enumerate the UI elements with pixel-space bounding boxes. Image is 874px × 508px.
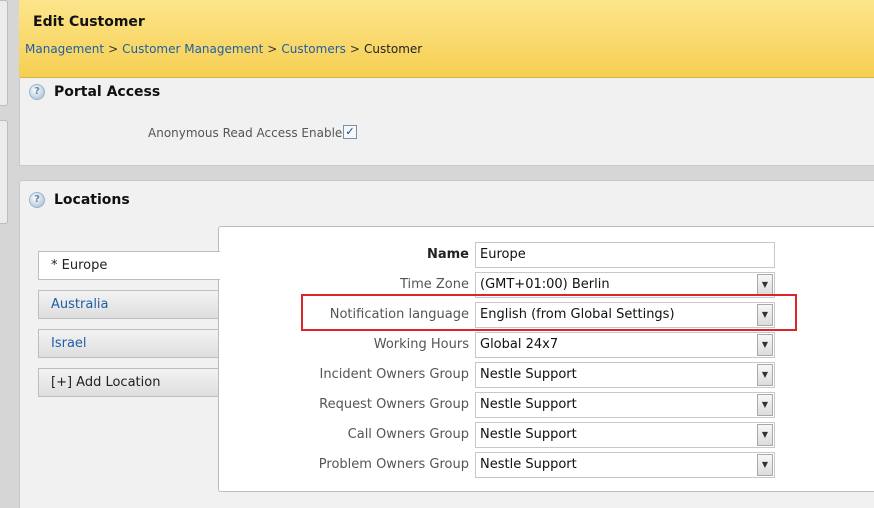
chevron-down-icon[interactable]: ▼	[757, 364, 773, 386]
problem-owners-group-value: Nestle Support	[480, 457, 577, 472]
name-input[interactable]: Europe	[475, 242, 775, 268]
add-location-button[interactable]: [+] Add Location	[38, 368, 220, 397]
portal-access-panel: ? Portal Access Anonymous Read Access En…	[19, 78, 874, 166]
breadcrumb-separator: >	[108, 42, 119, 56]
incident-owners-group-value: Nestle Support	[480, 367, 577, 382]
working-hours-label: Working Hours	[373, 337, 469, 352]
locations-title: Locations	[54, 192, 130, 208]
request-owners-group-value: Nestle Support	[480, 397, 577, 412]
breadcrumb-customer-management[interactable]: Customer Management	[122, 42, 263, 56]
anonymous-read-access-label: Anonymous Read Access Enabled?	[148, 126, 357, 140]
chevron-down-icon[interactable]: ▼	[757, 274, 773, 296]
time-zone-value: (GMT+01:00) Berlin	[480, 277, 610, 292]
request-owners-group-label: Request Owners Group	[319, 397, 469, 412]
breadcrumb-customers[interactable]: Customers	[281, 42, 346, 56]
form-row-name: Name Europe	[219, 242, 779, 268]
form-row-problem-owners-group: Problem Owners Group Nestle Support ▼	[219, 452, 779, 478]
help-icon[interactable]: ?	[29, 192, 45, 208]
form-row-incident-owners-group: Incident Owners Group Nestle Support ▼	[219, 362, 779, 388]
incident-owners-group-select[interactable]: Nestle Support ▼	[475, 362, 775, 388]
working-hours-value: Global 24x7	[480, 337, 559, 352]
page-title: Edit Customer	[33, 14, 145, 30]
breadcrumb-management[interactable]: Management	[25, 42, 104, 56]
highlight-box	[301, 294, 797, 331]
call-owners-group-label: Call Owners Group	[347, 427, 469, 442]
help-icon[interactable]: ?	[29, 84, 45, 100]
locations-panel: ? Locations * Europe Australia Israel [+…	[19, 180, 874, 508]
breadcrumb-separator: >	[267, 42, 278, 56]
form-row-call-owners-group: Call Owners Group Nestle Support ▼	[219, 422, 779, 448]
breadcrumb-separator: >	[349, 42, 360, 56]
left-panel-edge-top	[0, 0, 8, 106]
location-tab-australia[interactable]: Australia	[38, 290, 220, 319]
location-tab-israel[interactable]: Israel	[38, 329, 220, 358]
chevron-down-icon[interactable]: ▼	[757, 334, 773, 356]
form-row-working-hours: Working Hours Global 24x7 ▼	[219, 332, 779, 358]
left-panel-edge-bottom	[0, 120, 8, 224]
incident-owners-group-label: Incident Owners Group	[319, 367, 469, 382]
form-row-request-owners-group: Request Owners Group Nestle Support ▼	[219, 392, 779, 418]
checkmark-icon: ✓	[345, 125, 355, 138]
name-label: Name	[426, 247, 469, 262]
anonymous-read-access-checkbox[interactable]: ✓	[343, 125, 357, 139]
location-form: Name Europe Time Zone (GMT+01:00) Berlin…	[218, 226, 874, 492]
call-owners-group-select[interactable]: Nestle Support ▼	[475, 422, 775, 448]
chevron-down-icon[interactable]: ▼	[757, 454, 773, 476]
location-tab-europe[interactable]: * Europe	[38, 251, 220, 280]
page-header: Edit Customer Management > Customer Manage…	[19, 0, 874, 78]
problem-owners-group-select[interactable]: Nestle Support ▼	[475, 452, 775, 478]
request-owners-group-select[interactable]: Nestle Support ▼	[475, 392, 775, 418]
portal-access-title: Portal Access	[54, 84, 161, 100]
chevron-down-icon[interactable]: ▼	[757, 394, 773, 416]
chevron-down-icon[interactable]: ▼	[757, 424, 773, 446]
breadcrumb-current: Customer	[363, 42, 423, 56]
breadcrumb: Management > Customer Management > Customers…	[25, 42, 422, 56]
time-zone-label: Time Zone	[399, 277, 469, 292]
problem-owners-group-label: Problem Owners Group	[318, 457, 469, 472]
working-hours-select[interactable]: Global 24x7 ▼	[475, 332, 775, 358]
call-owners-group-value: Nestle Support	[480, 427, 577, 442]
